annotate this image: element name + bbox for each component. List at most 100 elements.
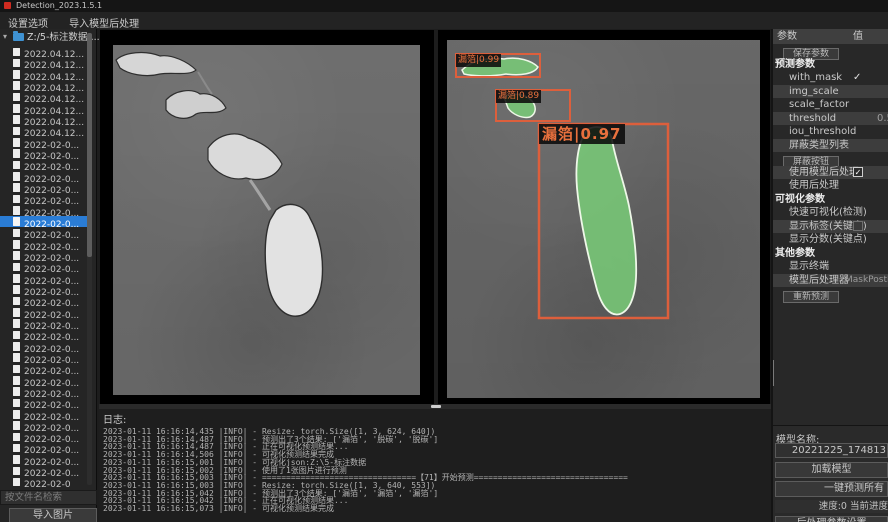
params-header-value: 值 [853, 29, 863, 44]
tree-item[interactable]: 2022-02-0... [0, 216, 90, 227]
tree-item[interactable]: 2022-02-0... [0, 239, 90, 250]
param-group-header: 预测参数 [773, 58, 888, 72]
tree-item[interactable]: 2022.04.12... [0, 46, 90, 57]
file-icon [13, 263, 20, 272]
tree-item[interactable]: 2022-02-0... [0, 341, 90, 352]
load-model-button[interactable]: 加载模型 [775, 462, 888, 478]
param-row[interactable]: threshold 0.5 [773, 112, 888, 126]
tree-root[interactable]: ▾ Z:/5-标注数据/... [0, 31, 97, 44]
splitter-handle[interactable] [431, 405, 441, 408]
param-row[interactable]: with_mask✓ [773, 71, 888, 85]
param-row[interactable]: 使用模型后处理✓ [773, 166, 888, 180]
checkbox-checked[interactable]: ✓ [853, 167, 863, 177]
predict-all-button[interactable]: 一键预测所有 [775, 481, 888, 497]
tree-item[interactable]: 2022-02-0... [0, 352, 90, 363]
tree-scrollbar[interactable] [87, 33, 92, 485]
file-icon [13, 138, 20, 147]
param-row[interactable]: 显示分数(关键点) [773, 233, 888, 247]
param-button[interactable]: 重新预测 [783, 291, 839, 303]
param-row[interactable]: 模型后处理器MaskPostPro [773, 274, 888, 288]
tree-item[interactable]: 2022-02-0 [0, 476, 90, 487]
model-name-field[interactable]: 20221225_174813 [775, 443, 888, 458]
param-row[interactable]: 快速可视化(检测) [773, 206, 888, 220]
file-icon [13, 455, 20, 464]
param-value: 0.5 [877, 112, 888, 126]
param-row[interactable]: 使用后处理 [773, 179, 888, 193]
tree-item[interactable]: 2022-02-0... [0, 442, 90, 453]
tree-item[interactable]: 2022-02-0... [0, 363, 90, 374]
param-row[interactable]: iou_threshold [773, 125, 888, 139]
tree-scrollbar-thumb[interactable] [87, 33, 92, 257]
title-bar: Detection_2023.1.5.1 [0, 0, 888, 12]
tree-item[interactable]: 2022-02-0... [0, 159, 90, 170]
tree-item[interactable]: 2022-02-0... [0, 137, 90, 148]
tree-item[interactable]: 2022-02-0... [0, 409, 90, 420]
tree-item[interactable]: 2022.04.12... [0, 114, 90, 125]
detection-label: 漏箔|0.99 [456, 54, 501, 67]
params-table-header: 参数 值 [773, 29, 888, 44]
tree-item[interactable]: 2022.04.12... [0, 125, 90, 136]
tree-item[interactable]: 2022-02-0... [0, 465, 90, 476]
tree-item[interactable]: 2022-02-0... [0, 148, 90, 159]
tree-item[interactable]: 2022-02-0... [0, 386, 90, 397]
tree-item[interactable]: 2022-02-0... [0, 273, 90, 284]
detection-label: 漏箔|0.89 [496, 90, 541, 103]
param-label: with_mask [789, 72, 842, 83]
postprocess-settings-button[interactable]: 后处理参数设置 [775, 516, 888, 522]
file-icon [13, 59, 20, 68]
file-icon [13, 387, 20, 396]
tree-item[interactable]: 2022.04.12... [0, 80, 90, 91]
file-icon [13, 161, 20, 170]
param-label: 模型后处理器 [789, 275, 849, 286]
param-row[interactable]: img_scale [773, 85, 888, 99]
speed-progress-text: 速度:0 当前进度 [775, 500, 888, 513]
file-icon [13, 229, 20, 238]
file-icon [13, 353, 20, 362]
tree-item[interactable]: 2022-02-0... [0, 295, 90, 306]
tree-item[interactable]: 2022-02-0... [0, 171, 90, 182]
params-scrollbar-thumb[interactable] [773, 360, 774, 386]
chevron-down-icon[interactable]: ▾ [3, 32, 7, 41]
tree-item[interactable]: 2022-02-0... [0, 261, 90, 272]
tree-item[interactable]: 2022-02-0... [0, 250, 90, 261]
params-header-name: 参数 [777, 29, 797, 44]
tree-item[interactable]: 2022-02-0... [0, 420, 90, 431]
tree-item[interactable]: 2022-02-0... [0, 318, 90, 329]
filename-search-input[interactable]: 按文件名检索 [0, 490, 97, 505]
tree-item[interactable]: 2022-02-0... [0, 397, 90, 408]
log-line: 2023-01-11 16:16:15,073 |INFO| - 可视化预测结果… [103, 505, 768, 513]
tree-item[interactable]: 2022-02-0... [0, 205, 90, 216]
tree-item[interactable]: 2022.04.12... [0, 103, 90, 114]
log-panel[interactable]: 日志: 2023-01-11 16:16:14,435 |INFO| - Res… [99, 409, 772, 522]
prediction-image-viewer[interactable]: 漏箔|0.99 漏箔|0.89 漏箔|0.97 [438, 30, 770, 404]
tree-item[interactable]: 2022-02-0... [0, 307, 90, 318]
import-image-button[interactable]: 导入图片 [9, 508, 97, 522]
file-icon [13, 115, 20, 124]
tree-item[interactable]: 2022-02-0... [0, 227, 90, 238]
file-icon [13, 274, 20, 283]
tree-item[interactable]: 2022.04.12... [0, 91, 90, 102]
param-value: MaskPostPro [845, 274, 888, 288]
tree-item[interactable]: 2022-02-0... [0, 284, 90, 295]
param-button-row: 屏蔽按钮 [773, 152, 888, 166]
tree-item[interactable]: 2022-02-0... [0, 193, 90, 204]
param-row[interactable]: 显示标签(关键点) [773, 220, 888, 234]
tree-item[interactable]: 2022.04.12... [0, 57, 90, 68]
checkbox-unchecked[interactable] [853, 221, 863, 231]
param-row[interactable]: 屏蔽类型列表 [773, 139, 888, 153]
file-icon [13, 342, 20, 351]
tree-item[interactable]: 2022-02-0... [0, 454, 90, 465]
tree-item[interactable]: 2022-02-0... [0, 329, 90, 340]
window-title: Detection_2023.1.5.1 [16, 0, 102, 12]
param-row[interactable]: scale_factor [773, 98, 888, 112]
tree-item[interactable]: 2022-02-0... [0, 431, 90, 442]
tree-item[interactable]: 2022-02-0... [0, 375, 90, 386]
param-group-header: 其他参数 [773, 247, 888, 261]
tree-item[interactable]: 2022-02-0... [0, 182, 90, 193]
param-row[interactable]: 显示终端 [773, 260, 888, 274]
param-label: threshold [789, 113, 836, 124]
tree-item[interactable]: 2022.04.12... [0, 69, 90, 80]
file-icon [13, 308, 20, 317]
file-icon [13, 206, 20, 215]
original-image-viewer[interactable] [100, 30, 434, 404]
